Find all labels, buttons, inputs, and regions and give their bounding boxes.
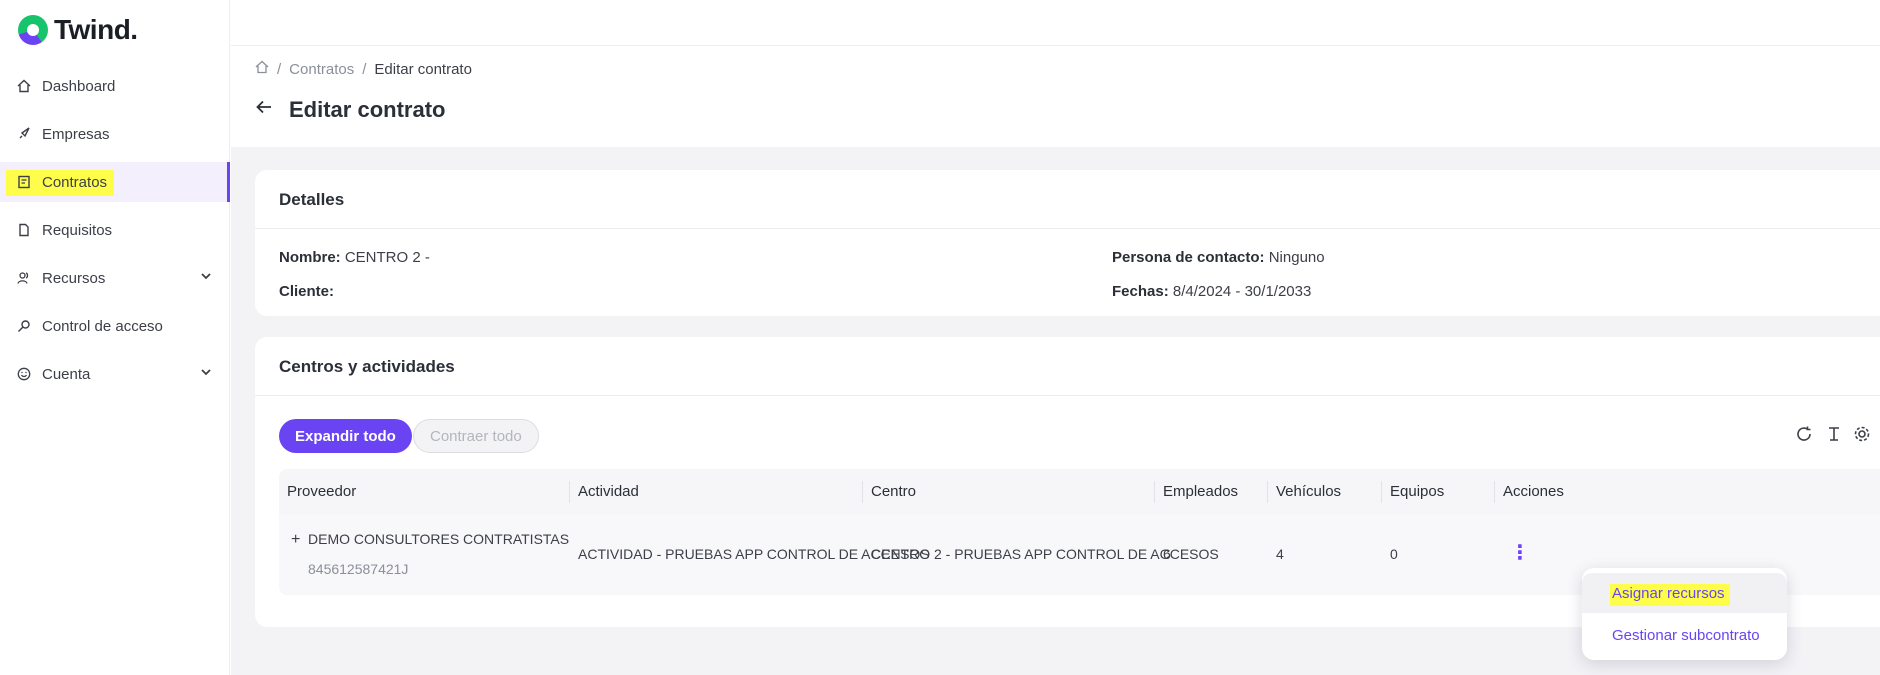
expand-all-button[interactable]: Expandir todo bbox=[279, 419, 412, 453]
sidebar-item-label: Requisitos bbox=[42, 221, 113, 239]
breadcrumb-item-contratos[interactable]: Contratos bbox=[289, 61, 354, 78]
sidebar-item-label: Recursos bbox=[42, 269, 106, 287]
detail-cliente: Cliente: bbox=[279, 283, 334, 300]
home-icon bbox=[16, 78, 32, 94]
details-card: Detalles Nombre: CENTRO 2 - Cliente: Per… bbox=[255, 170, 1880, 316]
detail-label: Persona de contacto: bbox=[1112, 249, 1265, 266]
sidebar-nav: Dashboard Empresas Contratos Requisitos bbox=[0, 66, 230, 402]
detail-value: 8/4/2024 - 30/1/2033 bbox=[1172, 283, 1312, 300]
page-header: / Contratos / Editar contrato Editar con… bbox=[231, 47, 1880, 147]
row-expand-toggle[interactable]: + bbox=[291, 531, 300, 549]
column-header[interactable]: Equipos bbox=[1390, 483, 1444, 500]
menu-item-asignar-recursos[interactable]: Asignar recursos bbox=[1582, 573, 1787, 613]
column-header[interactable]: Proveedor bbox=[287, 483, 356, 500]
sidebar-item-requisitos[interactable]: Requisitos bbox=[0, 210, 230, 250]
menu-item-label: Gestionar subcontrato bbox=[1612, 626, 1760, 644]
cell-empleados: 6 bbox=[1163, 546, 1171, 562]
detail-label: Fechas: bbox=[1112, 283, 1169, 300]
sidebar-item-recursos[interactable]: Recursos bbox=[0, 258, 230, 298]
chevron-down-icon[interactable] bbox=[200, 270, 212, 285]
detail-label: Cliente: bbox=[279, 283, 335, 300]
detail-value: CENTRO 2 - bbox=[344, 249, 430, 266]
rocket-icon bbox=[16, 126, 32, 142]
column-divider[interactable] bbox=[1154, 481, 1155, 503]
sidebar-item-empresas[interactable]: Empresas bbox=[0, 114, 230, 154]
column-header[interactable]: Empleados bbox=[1163, 483, 1238, 500]
column-divider[interactable] bbox=[1381, 481, 1382, 503]
row-actions-kebab-icon[interactable]: ⋮ bbox=[1510, 540, 1530, 565]
menu-item-gestionar-subcontrato[interactable]: Gestionar subcontrato bbox=[1582, 615, 1787, 655]
column-divider[interactable] bbox=[1494, 481, 1495, 503]
column-header[interactable]: Centro bbox=[871, 483, 916, 500]
collapse-all-button: Contraer todo bbox=[413, 419, 539, 453]
sidebar-item-label: Dashboard bbox=[42, 77, 116, 95]
document-icon bbox=[16, 222, 32, 238]
column-header: Acciones bbox=[1503, 483, 1564, 500]
contract-icon bbox=[16, 174, 32, 190]
page-title: Editar contrato bbox=[289, 97, 446, 122]
users-icon bbox=[16, 270, 32, 286]
brand-logo[interactable]: Twind. bbox=[18, 14, 138, 46]
cell-proveedor-id: 845612587421J bbox=[308, 561, 409, 577]
sidebar-item-contratos[interactable]: Contratos bbox=[0, 162, 230, 202]
cell-proveedor: DEMO CONSULTORES CONTRATISTAS bbox=[308, 531, 570, 547]
chevron-down-icon[interactable] bbox=[200, 366, 212, 381]
column-header[interactable]: Actividad bbox=[578, 483, 639, 500]
gear-icon[interactable] bbox=[1853, 425, 1871, 448]
cell-vehiculos: 4 bbox=[1276, 546, 1284, 562]
back-arrow-icon[interactable] bbox=[255, 98, 273, 122]
text-height-icon[interactable] bbox=[1825, 425, 1843, 448]
home-icon[interactable] bbox=[255, 60, 269, 78]
column-divider[interactable] bbox=[862, 481, 863, 503]
divider bbox=[255, 228, 1880, 229]
page-title-row: Editar contrato bbox=[255, 97, 445, 123]
column-divider[interactable] bbox=[1267, 481, 1268, 503]
smile-icon bbox=[16, 366, 32, 382]
column-header[interactable]: Vehículos bbox=[1276, 483, 1341, 500]
table-header: Proveedor Actividad Centro Empleados Veh… bbox=[279, 469, 1880, 515]
divider bbox=[255, 395, 1880, 396]
sidebar-item-label: Control de acceso bbox=[42, 317, 163, 335]
sidebar-item-control-acceso[interactable]: Control de acceso bbox=[0, 306, 230, 346]
sidebar-item-dashboard[interactable]: Dashboard bbox=[0, 66, 230, 106]
twind-logo-icon bbox=[18, 15, 48, 45]
breadcrumb: / Contratos / Editar contrato bbox=[255, 60, 472, 78]
sidebar-item-label: Empresas bbox=[42, 125, 110, 143]
key-icon bbox=[16, 318, 32, 334]
sidebar-item-label: Cuenta bbox=[42, 365, 91, 383]
sidebar: Twind. Dashboard Empresas Contratos Requ… bbox=[0, 0, 230, 675]
detail-label: Nombre: bbox=[279, 249, 341, 266]
menu-item-label: Asignar recursos bbox=[1612, 584, 1725, 602]
column-divider[interactable] bbox=[569, 481, 570, 503]
breadcrumb-separator: / bbox=[277, 60, 282, 78]
sidebar-item-cuenta[interactable]: Cuenta bbox=[0, 354, 230, 394]
refresh-icon[interactable] bbox=[1795, 425, 1813, 448]
centros-title: Centros y actividades bbox=[279, 357, 455, 376]
brand-name: Twind. bbox=[54, 14, 138, 45]
top-bar bbox=[231, 0, 1880, 46]
breadcrumb-item-current: Editar contrato bbox=[374, 60, 472, 78]
details-title: Detalles bbox=[279, 190, 345, 209]
sidebar-item-label: Contratos bbox=[42, 173, 108, 191]
detail-value: Ninguno bbox=[1268, 249, 1325, 266]
row-actions-menu: Asignar recursos Gestionar subcontrato bbox=[1582, 568, 1787, 660]
cell-equipos: 0 bbox=[1390, 546, 1398, 562]
detail-persona-contacto: Persona de contacto: Ninguno bbox=[1112, 249, 1325, 266]
breadcrumb-separator: / bbox=[362, 60, 367, 78]
detail-nombre: Nombre: CENTRO 2 - bbox=[279, 249, 430, 266]
detail-fechas: Fechas: 8/4/2024 - 30/1/2033 bbox=[1112, 283, 1311, 300]
